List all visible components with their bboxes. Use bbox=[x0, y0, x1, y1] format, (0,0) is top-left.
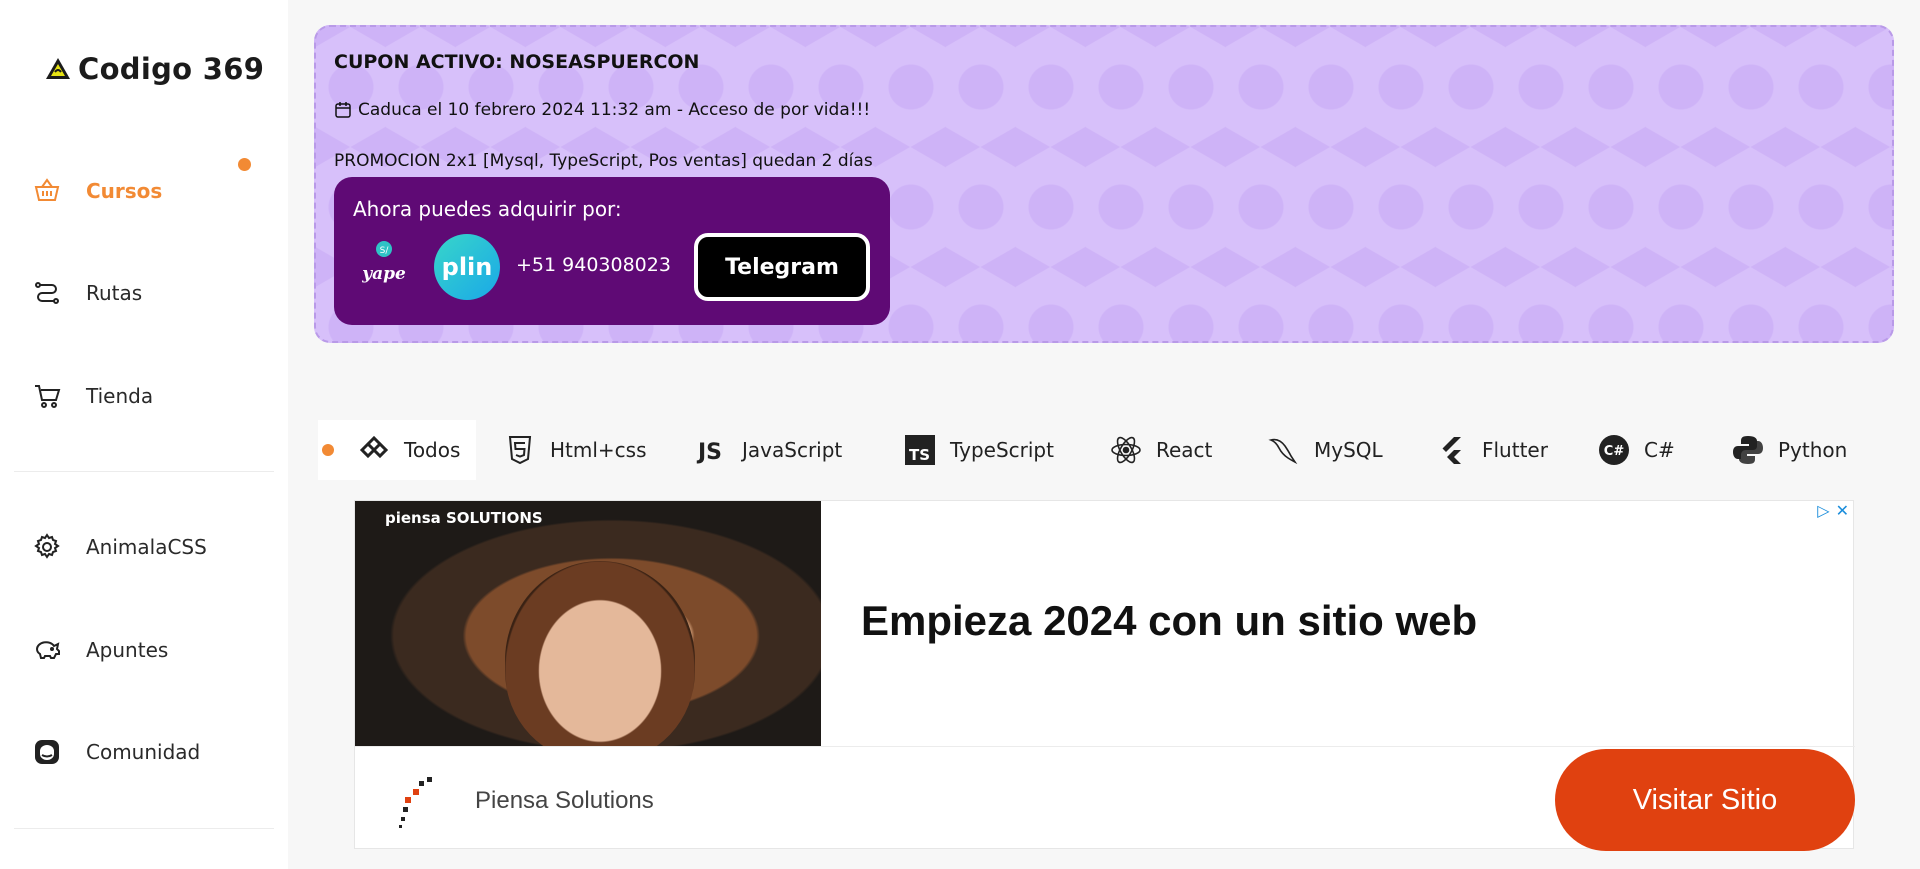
yape-label: yape bbox=[362, 264, 406, 284]
telegram-button[interactable]: Telegram bbox=[694, 233, 870, 301]
html5-icon bbox=[508, 436, 532, 465]
sidebar-item-label: Rutas bbox=[86, 281, 143, 305]
tab-mysql[interactable]: MySQL bbox=[1268, 420, 1383, 480]
tab-label: Python bbox=[1778, 438, 1848, 462]
tab-label: TypeScript bbox=[950, 438, 1054, 462]
tab-todos[interactable]: Todos bbox=[318, 420, 477, 480]
sidebar-divider bbox=[14, 471, 274, 472]
typescript-icon: TS bbox=[905, 435, 935, 465]
payment-box: Ahora puedes adquirir por: S/ yape plin … bbox=[334, 177, 890, 325]
ad-company[interactable]: Piensa Solutions bbox=[475, 787, 654, 815]
javascript-icon: JS bbox=[696, 440, 722, 465]
sidebar: Codigo 369 Cursos Rutas Tienda AnimalaCS… bbox=[0, 0, 288, 869]
csharp-icon: C# bbox=[1599, 435, 1629, 465]
plin-logo: plin bbox=[434, 234, 500, 300]
coupon-promo: PROMOCION 2x1 [Mysql, TypeScript, Pos ve… bbox=[334, 151, 873, 171]
tab-label: Html+css bbox=[550, 438, 647, 462]
notification-dot bbox=[238, 158, 251, 171]
react-icon bbox=[1111, 436, 1141, 464]
mysql-icon bbox=[1268, 438, 1298, 465]
tab-typescript[interactable]: TS TypeScript bbox=[904, 420, 1054, 480]
payment-title: Ahora puedes adquirir por: bbox=[353, 197, 622, 221]
ad-headline[interactable]: Empieza 2024 con un sitio web bbox=[861, 597, 1477, 645]
sidebar-item-animalacss[interactable]: AnimalaCSS bbox=[32, 532, 207, 562]
ad-image[interactable]: piensa SOLUTIONS bbox=[355, 501, 821, 746]
close-icon[interactable]: ✕ bbox=[1836, 501, 1849, 520]
brand-name: Codigo 369 bbox=[78, 52, 265, 86]
tab-react[interactable]: React bbox=[1110, 420, 1212, 480]
sidebar-item-label: Cursos bbox=[86, 179, 163, 203]
tab-javascript[interactable]: JS JavaScript bbox=[696, 420, 842, 480]
python-icon bbox=[1733, 436, 1763, 464]
coupon-banner: CUPON ACTIVO: NOSEASPUERCON Caduca el 10… bbox=[314, 25, 1894, 343]
flutter-icon bbox=[1442, 437, 1461, 464]
calendar-icon bbox=[335, 102, 351, 118]
sidebar-item-label: Tienda bbox=[86, 384, 154, 408]
svg-text:JS: JS bbox=[696, 440, 722, 465]
ad-choices[interactable]: ▷ ✕ bbox=[1817, 501, 1849, 520]
ad-brand: piensa SOLUTIONS bbox=[385, 509, 543, 527]
visit-site-button[interactable]: Visitar Sitio bbox=[1555, 749, 1855, 851]
all-icon bbox=[359, 435, 389, 459]
sidebar-item-label: AnimalaCSS bbox=[86, 535, 207, 559]
sidebar-item-apuntes[interactable]: Apuntes bbox=[32, 635, 168, 665]
piensa-logo-icon bbox=[399, 777, 432, 828]
payment-phone[interactable]: +51 940308023 bbox=[516, 254, 671, 276]
coupon-title: CUPON ACTIVO: NOSEASPUERCON bbox=[334, 51, 700, 73]
plin-label: plin bbox=[441, 253, 493, 281]
active-dot bbox=[322, 444, 334, 456]
tab-label: JavaScript bbox=[742, 438, 843, 462]
tab-csharp[interactable]: C# C# bbox=[1598, 420, 1675, 480]
ad-photo-person bbox=[505, 561, 695, 746]
logo-icon bbox=[46, 58, 70, 79]
tab-label: React bbox=[1156, 438, 1213, 462]
gear-icon bbox=[34, 533, 60, 559]
route-icon bbox=[35, 282, 59, 304]
sidebar-item-rutas[interactable]: Rutas bbox=[32, 278, 142, 308]
brand-logo[interactable]: Codigo 369 bbox=[44, 52, 264, 86]
community-icon bbox=[35, 740, 59, 764]
tab-label: Todos bbox=[404, 438, 461, 462]
coupon-expiry-text: Caduca el 10 febrero 2024 11:32 am - Acc… bbox=[358, 100, 871, 120]
sidebar-item-tienda[interactable]: Tienda bbox=[32, 381, 153, 411]
category-tabs: Todos Html+css JS JavaScript TS TypeScri… bbox=[318, 420, 1898, 480]
basket-icon bbox=[34, 178, 60, 201]
coupon-expiry: Caduca el 10 febrero 2024 11:32 am - Acc… bbox=[334, 100, 870, 120]
cart-icon bbox=[35, 385, 61, 408]
advertisement[interactable]: piensa SOLUTIONS ▷ ✕ Empieza 2024 con un… bbox=[354, 500, 1855, 851]
sidebar-item-comunidad[interactable]: Comunidad bbox=[32, 737, 200, 767]
sidebar-item-label: Comunidad bbox=[86, 740, 201, 764]
sidebar-item-cursos[interactable]: Cursos bbox=[32, 176, 162, 206]
yape-logo: S/ yape bbox=[362, 241, 406, 284]
tab-label: Flutter bbox=[1482, 438, 1548, 462]
tab-html-css[interactable]: Html+css bbox=[504, 420, 647, 480]
tab-label: MySQL bbox=[1314, 438, 1383, 462]
svg-text:TS: TS bbox=[909, 446, 930, 464]
piggy-bank-icon bbox=[35, 641, 60, 659]
sidebar-divider bbox=[14, 828, 274, 829]
svg-text:S/: S/ bbox=[380, 246, 390, 256]
tab-python[interactable]: Python bbox=[1732, 420, 1847, 480]
ad-footer: Piensa Solutions Visitar Sitio bbox=[355, 746, 1855, 851]
ad-info-icon[interactable]: ▷ bbox=[1817, 501, 1829, 520]
tab-label: C# bbox=[1644, 438, 1675, 462]
sidebar-item-label: Apuntes bbox=[86, 638, 169, 662]
svg-text:C#: C# bbox=[1604, 444, 1625, 459]
tab-flutter[interactable]: Flutter bbox=[1436, 420, 1548, 480]
